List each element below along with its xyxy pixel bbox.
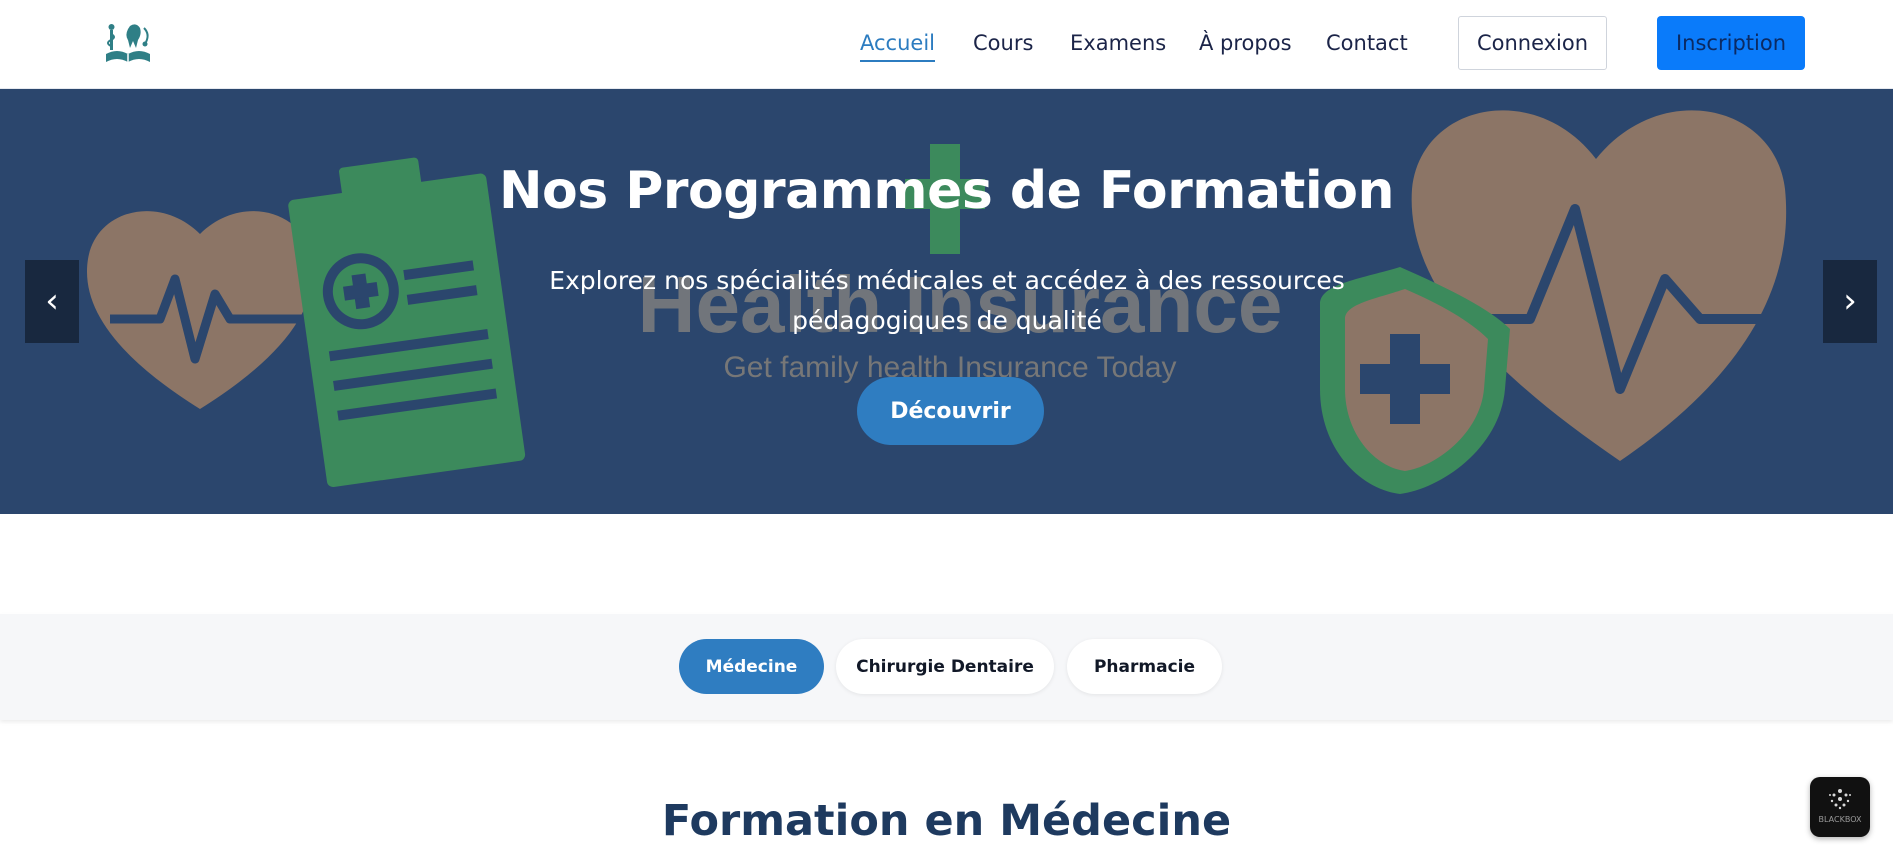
nav-contact[interactable]: Contact <box>1326 28 1408 64</box>
section-title: Formation en Médecine <box>661 796 1232 846</box>
widget-label: BLACKBOX <box>1818 815 1862 824</box>
tab-pharmacie[interactable]: Pharmacie <box>1067 639 1222 694</box>
chevron-right-icon: › <box>1843 281 1857 321</box>
logo-icon[interactable] <box>100 20 156 66</box>
chevron-left-icon: ‹ <box>45 281 59 321</box>
nav-accueil[interactable]: Accueil <box>860 28 935 64</box>
hero-carousel: Health Insurance Get family health Insur… <box>0 89 1893 514</box>
blackbox-widget[interactable]: BLACKBOX <box>1810 777 1870 837</box>
hero-subtitle: Explorez nos spécialités médicales et ac… <box>549 266 1345 335</box>
tab-chirurgie-dentaire[interactable]: Chirurgie Dentaire <box>836 639 1054 694</box>
tab-medecine[interactable]: Médecine <box>679 639 824 694</box>
nav-cours[interactable]: Cours <box>973 28 1033 64</box>
nav-examens[interactable]: Examens <box>1070 28 1166 64</box>
signup-button[interactable]: Inscription <box>1657 16 1805 70</box>
nav-a-propos[interactable]: À propos <box>1199 28 1292 64</box>
carousel-prev-button[interactable]: ‹ <box>25 260 79 343</box>
site-header: Accueil Cours Examens À propos Contact C… <box>0 0 1893 89</box>
program-tabs: Médecine Chirurgie Dentaire Pharmacie <box>0 614 1893 720</box>
carousel-next-button[interactable]: › <box>1823 260 1877 343</box>
discover-button[interactable]: Découvrir <box>857 377 1044 445</box>
blackbox-logo-icon <box>1829 789 1851 810</box>
login-button[interactable]: Connexion <box>1458 16 1607 70</box>
hero-title: Nos Programmes de Formation <box>498 161 1395 221</box>
